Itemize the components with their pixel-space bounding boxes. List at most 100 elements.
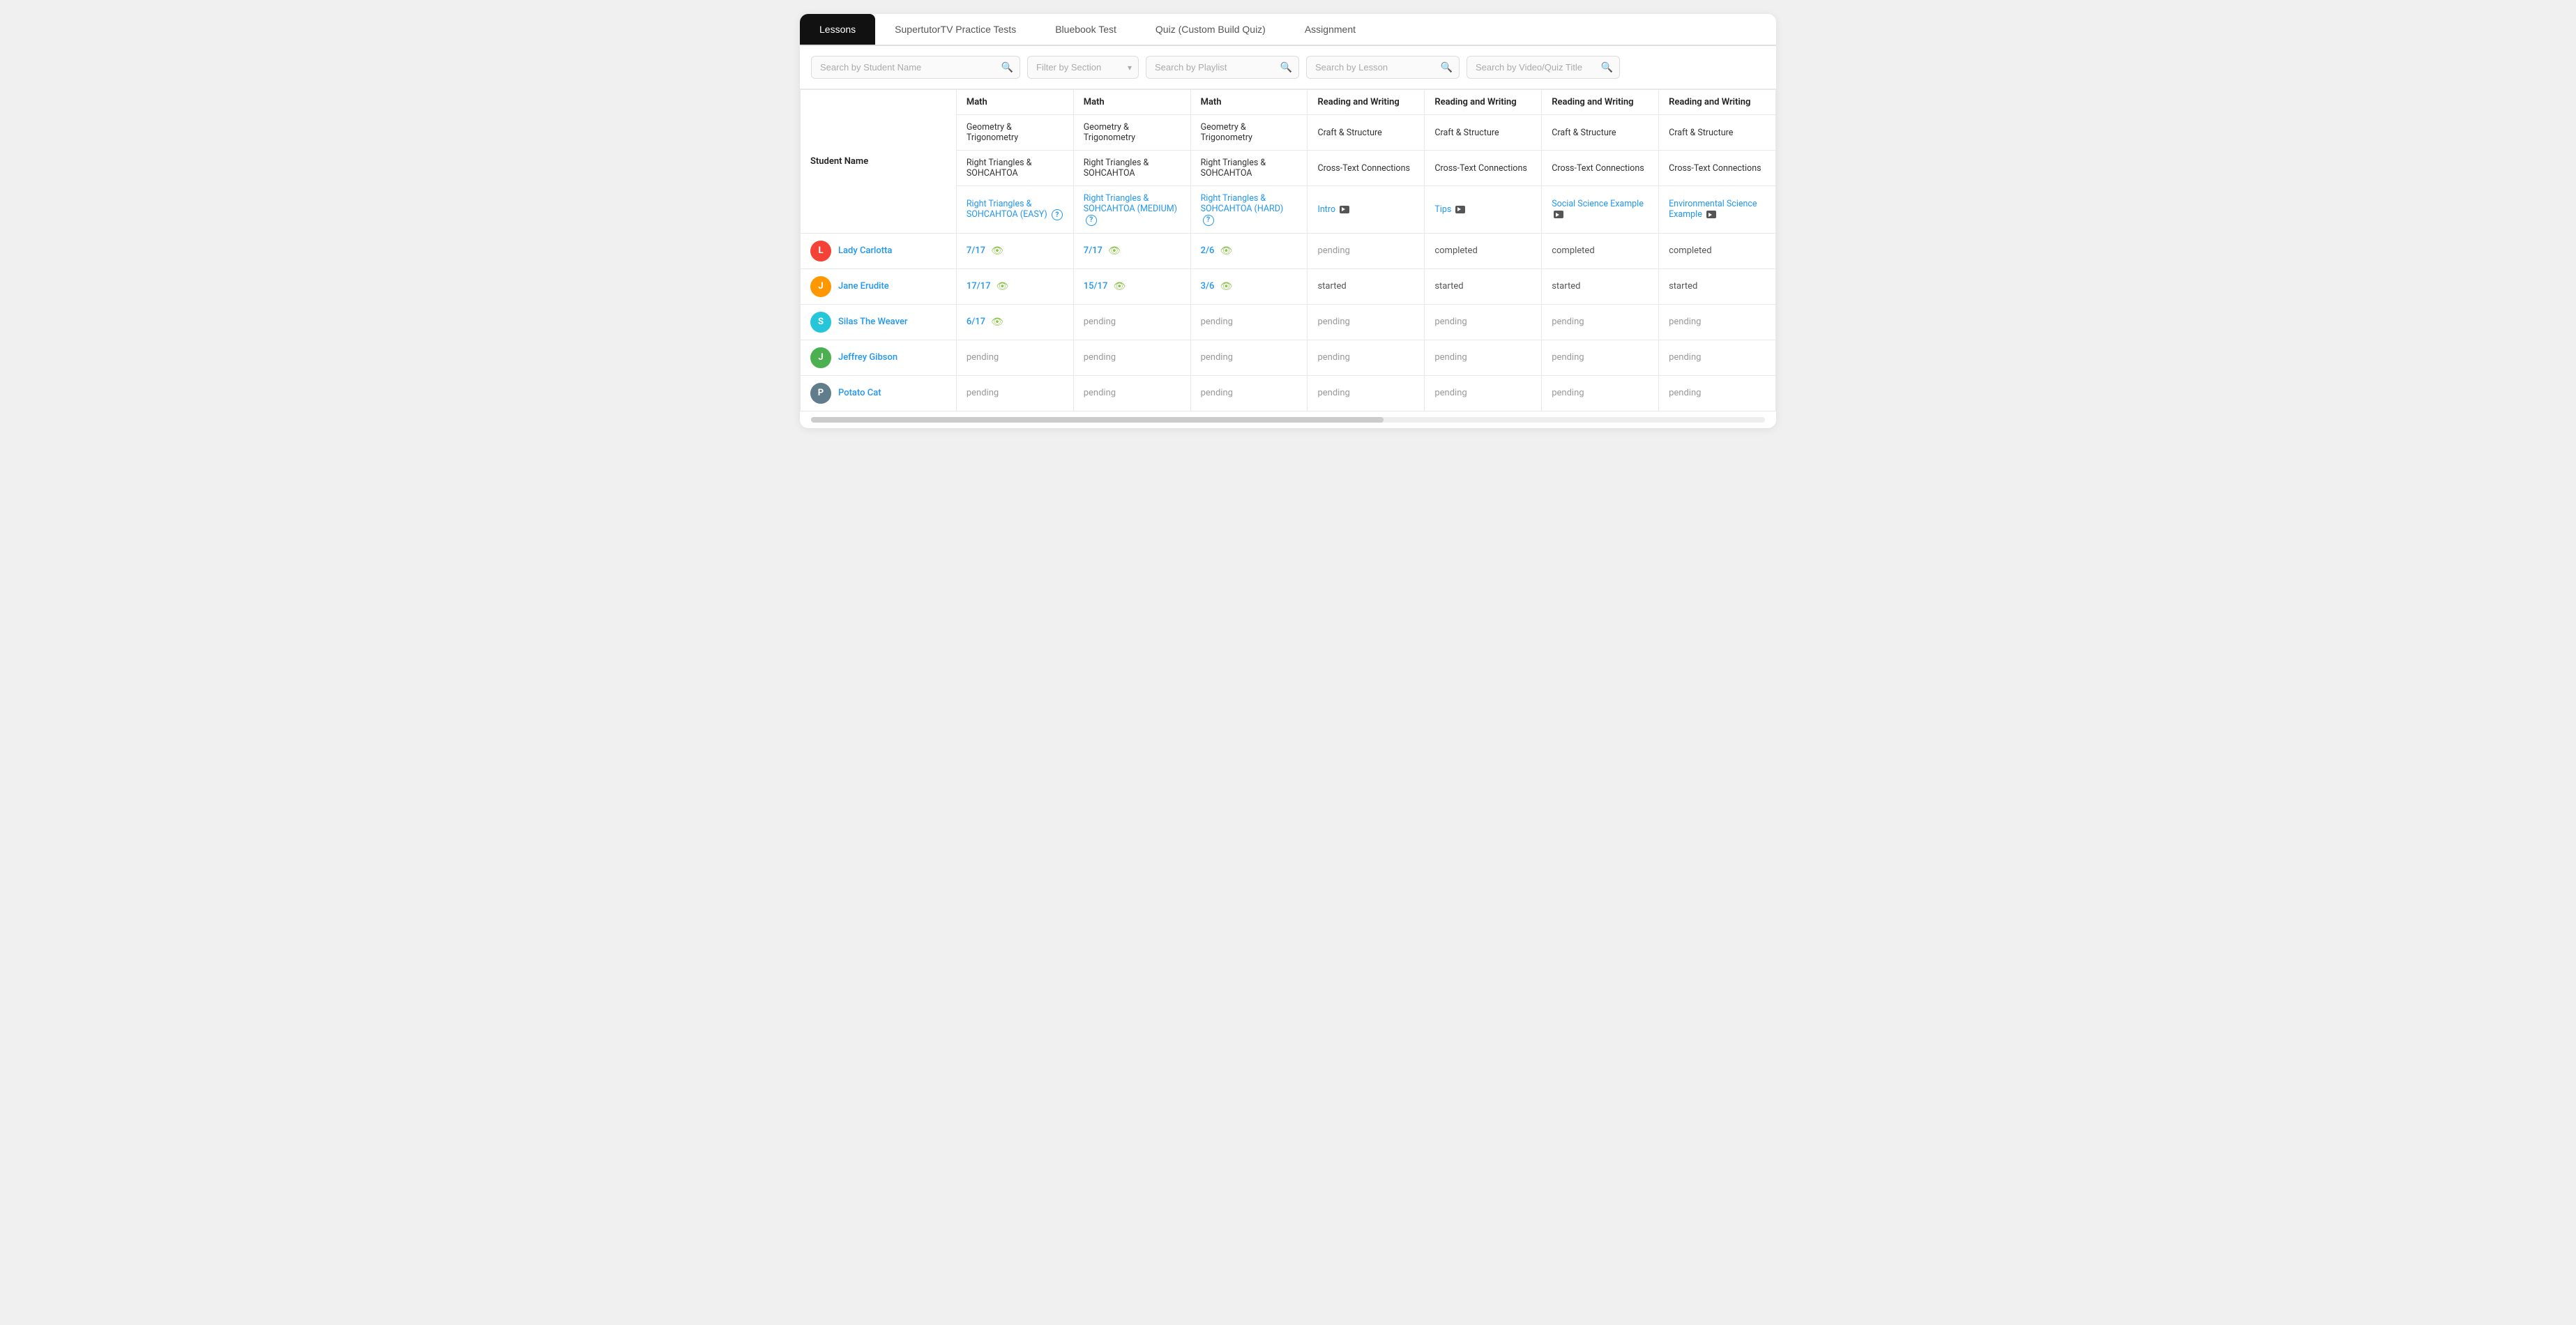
score-cell-2-5: pending [1542, 304, 1659, 340]
col-subject-6: Reading and Writing [1659, 90, 1776, 115]
status-text: pending [1552, 388, 1584, 398]
student-name-link[interactable]: Lady Carlotta [838, 245, 892, 256]
lesson-link-1[interactable]: Right Triangles & SOHCAHTOA (MEDIUM) [1084, 193, 1177, 214]
score-cell-2-2: pending [1190, 304, 1308, 340]
table-row: P Potato Cat pending pending pending pendin… [801, 375, 1776, 411]
student-name-link[interactable]: Potato Cat [838, 388, 881, 398]
tab-quiz[interactable]: Quiz (Custom Build Quiz) [1136, 14, 1285, 45]
tab-bluebook[interactable]: Bluebook Test [1036, 14, 1136, 45]
eye-icon[interactable]: 👁 [996, 281, 1008, 292]
status-text: pending [1317, 352, 1349, 363]
col-domain-1: Geometry & Trigonometry [1073, 115, 1190, 151]
score-value: 7/17 👁 [1084, 245, 1181, 257]
eye-icon[interactable]: 👁 [1113, 281, 1126, 292]
scrollbar-thumb[interactable] [811, 417, 1384, 423]
col-subject-5: Reading and Writing [1542, 90, 1659, 115]
col-lesson-2[interactable]: Right Triangles & SOHCAHTOA (HARD) ? [1190, 186, 1308, 234]
eye-icon[interactable]: 👁 [991, 245, 1003, 257]
score-cell-3-1: pending [1073, 340, 1190, 375]
tab-supertutor[interactable]: SupertutorTV Practice Tests [875, 14, 1036, 45]
score-value: 17/17 👁 [967, 281, 1063, 292]
status-text: started [1317, 281, 1346, 292]
score-cell-0-2: 2/6 👁 [1190, 233, 1308, 268]
score-cell-2-4: pending [1425, 304, 1542, 340]
lesson-link-5[interactable]: Social Science Example [1552, 199, 1644, 209]
status-text: started [1434, 281, 1463, 292]
student-progress-table: Student Name Math Math Math Reading and … [800, 89, 1776, 411]
status-text: pending [1317, 317, 1349, 327]
score-cell-1-4: started [1425, 268, 1542, 304]
student-name-cell-1: J Jane Erudite [801, 268, 957, 304]
col-domain-0: Geometry & Trigonometry [956, 115, 1073, 151]
student-name-link[interactable]: Jeffrey Gibson [838, 352, 897, 363]
score-cell-3-0: pending [956, 340, 1073, 375]
lesson-link-0[interactable]: Right Triangles & SOHCAHTOA (EASY) [967, 199, 1047, 220]
tab-assignment[interactable]: Assignment [1285, 14, 1375, 45]
col-topic-6: Cross-Text Connections [1659, 151, 1776, 186]
table-row: J Jane Erudite 17/17 👁 15/17 👁 3/6 👁 sta… [801, 268, 1776, 304]
student-cell: J Jeffrey Gibson [810, 347, 946, 368]
status-text: pending [1317, 245, 1349, 256]
eye-icon[interactable]: 👁 [1220, 245, 1232, 257]
status-text: completed [1552, 245, 1594, 256]
score-cell-3-5: pending [1542, 340, 1659, 375]
lesson-link-2[interactable]: Right Triangles & SOHCAHTOA (HARD) [1201, 193, 1284, 214]
status-text: pending [1084, 388, 1116, 398]
score-value: 15/17 👁 [1084, 281, 1181, 292]
lesson-link-4[interactable]: Tips [1434, 204, 1451, 215]
student-cell: J Jane Erudite [810, 276, 946, 297]
status-text: pending [1434, 317, 1467, 327]
col-lesson-3[interactable]: Intro [1308, 186, 1425, 234]
student-cell: S Silas The Weaver [810, 312, 946, 333]
score-cell-1-2: 3/6 👁 [1190, 268, 1308, 304]
col-lesson-6[interactable]: Environmental Science Example [1659, 186, 1776, 234]
avatar: P [810, 383, 831, 404]
col-domain-3: Craft & Structure [1308, 115, 1425, 151]
question-icon-2[interactable]: ? [1203, 215, 1214, 226]
score-cell-1-0: 17/17 👁 [956, 268, 1073, 304]
question-icon-1[interactable]: ? [1086, 215, 1097, 226]
lesson-search-wrap: 🔍 [1306, 56, 1460, 79]
filter-section-select[interactable]: Filter by Section [1027, 56, 1139, 79]
status-text: pending [1669, 317, 1701, 327]
col-lesson-5[interactable]: Social Science Example [1542, 186, 1659, 234]
header-subject-row: Student Name Math Math Math Reading and … [801, 90, 1776, 115]
score-cell-1-3: started [1308, 268, 1425, 304]
search-student-input[interactable] [811, 56, 1020, 79]
col-subject-1: Math [1073, 90, 1190, 115]
score-cell-3-2: pending [1190, 340, 1308, 375]
search-video-input[interactable] [1467, 56, 1620, 79]
table-row: L Lady Carlotta 7/17 👁 7/17 👁 2/6 👁 pend… [801, 233, 1776, 268]
status-text: pending [1201, 388, 1233, 398]
student-name-header: Student Name [801, 90, 957, 234]
avatar: L [810, 241, 831, 262]
col-topic-4: Cross-Text Connections [1425, 151, 1542, 186]
table-row: J Jeffrey Gibson pending pending pending pe… [801, 340, 1776, 375]
col-topic-5: Cross-Text Connections [1542, 151, 1659, 186]
col-lesson-1[interactable]: Right Triangles & SOHCAHTOA (MEDIUM) ? [1073, 186, 1190, 234]
col-lesson-0[interactable]: Right Triangles & SOHCAHTOA (EASY) ? [956, 186, 1073, 234]
avatar: J [810, 347, 831, 368]
score-value: 7/17 👁 [967, 245, 1063, 257]
search-lesson-input[interactable] [1306, 56, 1460, 79]
col-topic-0: Right Triangles & SOHCAHTOA [956, 151, 1073, 186]
status-text: pending [1084, 352, 1116, 363]
score-value: 3/6 👁 [1201, 281, 1298, 292]
search-playlist-input[interactable] [1146, 56, 1299, 79]
horizontal-scrollbar[interactable] [811, 417, 1765, 423]
eye-icon[interactable]: 👁 [1220, 281, 1232, 292]
score-value: 2/6 👁 [1201, 245, 1298, 257]
lesson-link-3[interactable]: Intro [1317, 204, 1335, 215]
status-text: pending [1434, 388, 1467, 398]
tab-lessons[interactable]: Lessons [800, 14, 875, 45]
score-cell-1-5: started [1542, 268, 1659, 304]
avatar: J [810, 276, 831, 297]
eye-icon[interactable]: 👁 [991, 317, 1003, 328]
col-lesson-4[interactable]: Tips [1425, 186, 1542, 234]
score-cell-4-6: pending [1659, 375, 1776, 411]
student-name-link[interactable]: Jane Erudite [838, 281, 889, 292]
eye-icon[interactable]: 👁 [1108, 245, 1121, 257]
question-icon-0[interactable]: ? [1052, 209, 1063, 220]
student-name-link[interactable]: Silas The Weaver [838, 317, 908, 327]
col-domain-5: Craft & Structure [1542, 115, 1659, 151]
